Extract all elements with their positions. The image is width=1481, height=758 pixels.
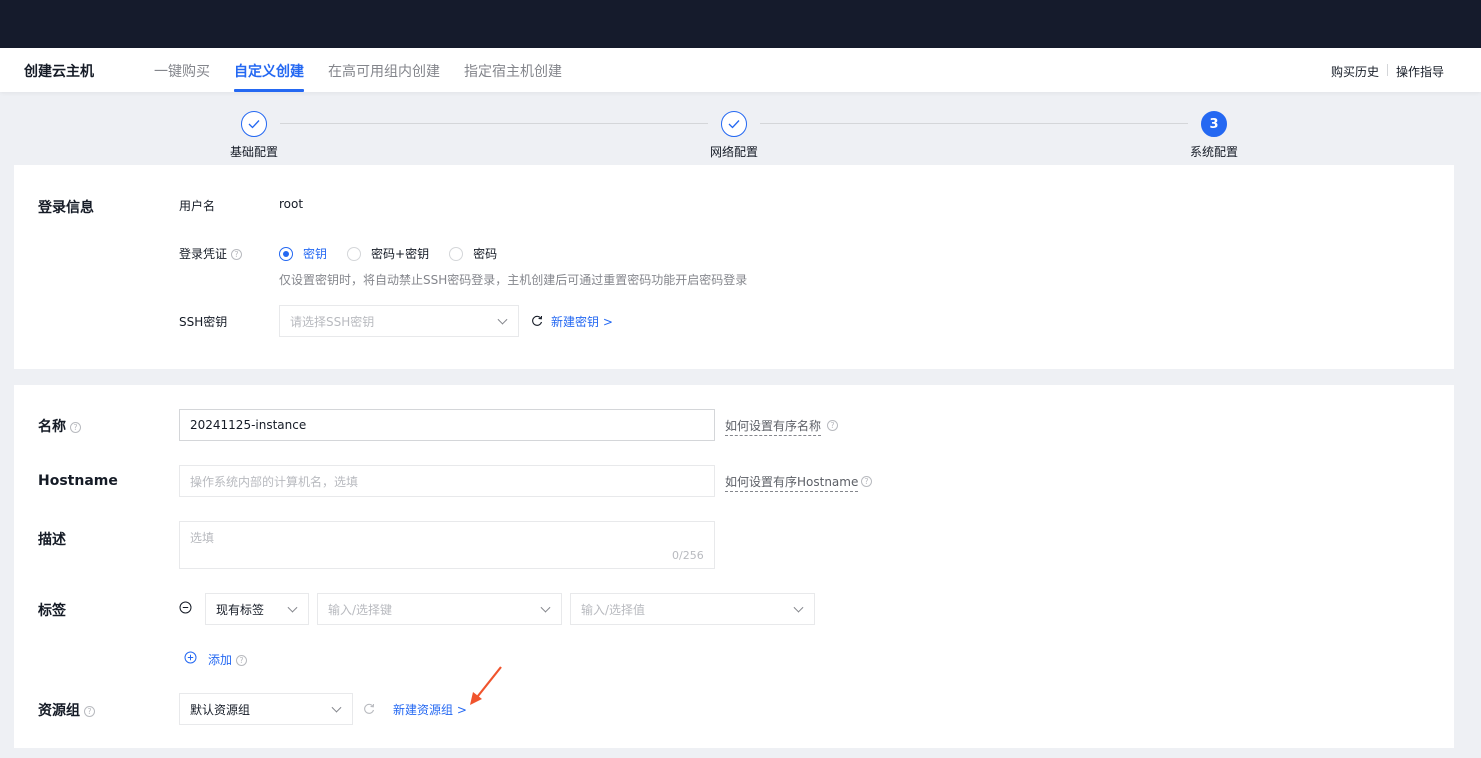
new-key-link[interactable]: 新建密钥 > bbox=[551, 313, 613, 330]
credential-label: 登录凭证? bbox=[179, 245, 243, 262]
resource-group-select[interactable]: 默认资源组 bbox=[179, 693, 353, 725]
step-connector bbox=[760, 123, 1188, 124]
ordered-name-help-link[interactable]: 如何设置有序名称 bbox=[725, 417, 822, 436]
ssh-key-placeholder: 请选择SSH密钥 bbox=[290, 314, 375, 329]
remove-tag-icon[interactable] bbox=[179, 601, 192, 614]
chevron-down-icon bbox=[497, 314, 508, 325]
description-char-counter: 0/256 bbox=[672, 549, 704, 562]
step-current-number: 3 bbox=[1201, 111, 1227, 137]
ordered-hostname-help-link[interactable]: 如何设置有序Hostname bbox=[725, 473, 859, 492]
ssh-key-select[interactable]: 请选择SSH密钥 bbox=[279, 305, 519, 337]
radio-password-label[interactable]: 密码 bbox=[473, 245, 497, 262]
step-label: 网络配置 bbox=[709, 145, 758, 159]
username-value: root bbox=[279, 197, 304, 211]
tag-value-select[interactable]: 输入/选择值 bbox=[570, 593, 815, 625]
add-tag-label[interactable]: 添加 bbox=[208, 653, 232, 667]
tag-type-select[interactable]: 现有标签 bbox=[205, 593, 309, 625]
top-navbar bbox=[0, 0, 1481, 48]
hostname-label: Hostname bbox=[38, 473, 118, 489]
help-icon[interactable]: ? bbox=[84, 705, 95, 717]
add-tag-icon[interactable] bbox=[184, 651, 197, 664]
annotation-arrow-icon bbox=[470, 666, 502, 705]
name-input[interactable]: 20241125-instance bbox=[179, 409, 715, 441]
resource-group-value: 默认资源组 bbox=[190, 702, 251, 717]
help-icon[interactable]: ? bbox=[70, 421, 81, 433]
page-title: 创建云主机 bbox=[24, 64, 94, 80]
step-done-check-icon bbox=[241, 111, 267, 137]
tab-one-click-buy[interactable]: 一键购买 bbox=[154, 61, 210, 81]
radio-password-key-label[interactable]: 密码+密钥 bbox=[371, 245, 429, 262]
radio-key[interactable] bbox=[279, 246, 293, 261]
guide-link[interactable]: 操作指导 bbox=[1396, 63, 1444, 80]
purchase-history-link[interactable]: 购买历史 bbox=[1331, 63, 1379, 80]
tab-host-create[interactable]: 指定宿主机创建 bbox=[464, 61, 562, 81]
tab-ha-group-create[interactable]: 在高可用组内创建 bbox=[328, 61, 440, 81]
help-icon[interactable]: ? bbox=[236, 655, 248, 666]
login-section-title: 登录信息 bbox=[38, 200, 94, 216]
tab-custom-create[interactable]: 自定义创建 bbox=[234, 61, 304, 81]
chevron-down-icon bbox=[331, 702, 342, 713]
tags-label: 标签 bbox=[38, 603, 66, 619]
resource-group-label-text: 资源组 bbox=[38, 703, 80, 719]
header-divider bbox=[1387, 64, 1388, 76]
refresh-icon[interactable] bbox=[531, 315, 543, 327]
tag-key-select[interactable]: 输入/选择键 bbox=[317, 593, 562, 625]
name-label: 名称? bbox=[38, 416, 81, 436]
resource-group-label: 资源组? bbox=[38, 700, 95, 720]
radio-password[interactable] bbox=[449, 246, 464, 261]
credential-label-text: 登录凭证 bbox=[179, 247, 228, 261]
chevron-down-icon bbox=[540, 602, 551, 613]
login-info-card bbox=[14, 165, 1454, 369]
ssh-key-label: SSH密钥 bbox=[179, 315, 228, 329]
refresh-icon[interactable] bbox=[363, 703, 375, 715]
help-icon[interactable]: ? bbox=[231, 249, 243, 260]
description-label: 描述 bbox=[38, 532, 66, 548]
hostname-input[interactable]: 操作系统内部的计算机名，选填 bbox=[179, 465, 715, 497]
help-icon[interactable]: ? bbox=[861, 476, 872, 487]
description-textarea[interactable]: 选填 bbox=[179, 521, 715, 569]
step-label: 系统配置 bbox=[1189, 145, 1238, 159]
new-resource-group-link[interactable]: 新建资源组 > bbox=[393, 701, 467, 718]
step-done-check-icon bbox=[721, 111, 747, 137]
credential-radio-group: 密钥 密码+密钥 密码 bbox=[279, 245, 517, 262]
tag-value-placeholder: 输入/选择值 bbox=[581, 602, 646, 617]
page-header: 创建云主机 一键购买 自定义创建 在高可用组内创建 指定宿主机创建 购买历史 操… bbox=[0, 48, 1481, 92]
tag-type-value: 现有标签 bbox=[216, 602, 265, 617]
active-tab-indicator bbox=[234, 89, 304, 92]
add-tag-link[interactable]: 添加? bbox=[208, 651, 248, 668]
tag-key-placeholder: 输入/选择键 bbox=[328, 602, 393, 617]
step-label: 基础配置 bbox=[229, 145, 278, 159]
step-connector bbox=[280, 123, 708, 124]
username-label: 用户名 bbox=[179, 199, 216, 213]
name-label-text: 名称 bbox=[38, 419, 66, 435]
radio-key-label[interactable]: 密钥 bbox=[303, 245, 327, 262]
chevron-down-icon bbox=[287, 602, 298, 613]
description-placeholder: 选填 bbox=[190, 531, 215, 545]
help-icon[interactable]: ? bbox=[827, 420, 838, 431]
credential-hint: 仅设置密钥时，将自动禁止SSH密码登录，主机创建后可通过重置密码功能开启密码登录 bbox=[279, 273, 748, 287]
chevron-down-icon bbox=[793, 602, 804, 613]
radio-password-key[interactable] bbox=[347, 246, 362, 261]
